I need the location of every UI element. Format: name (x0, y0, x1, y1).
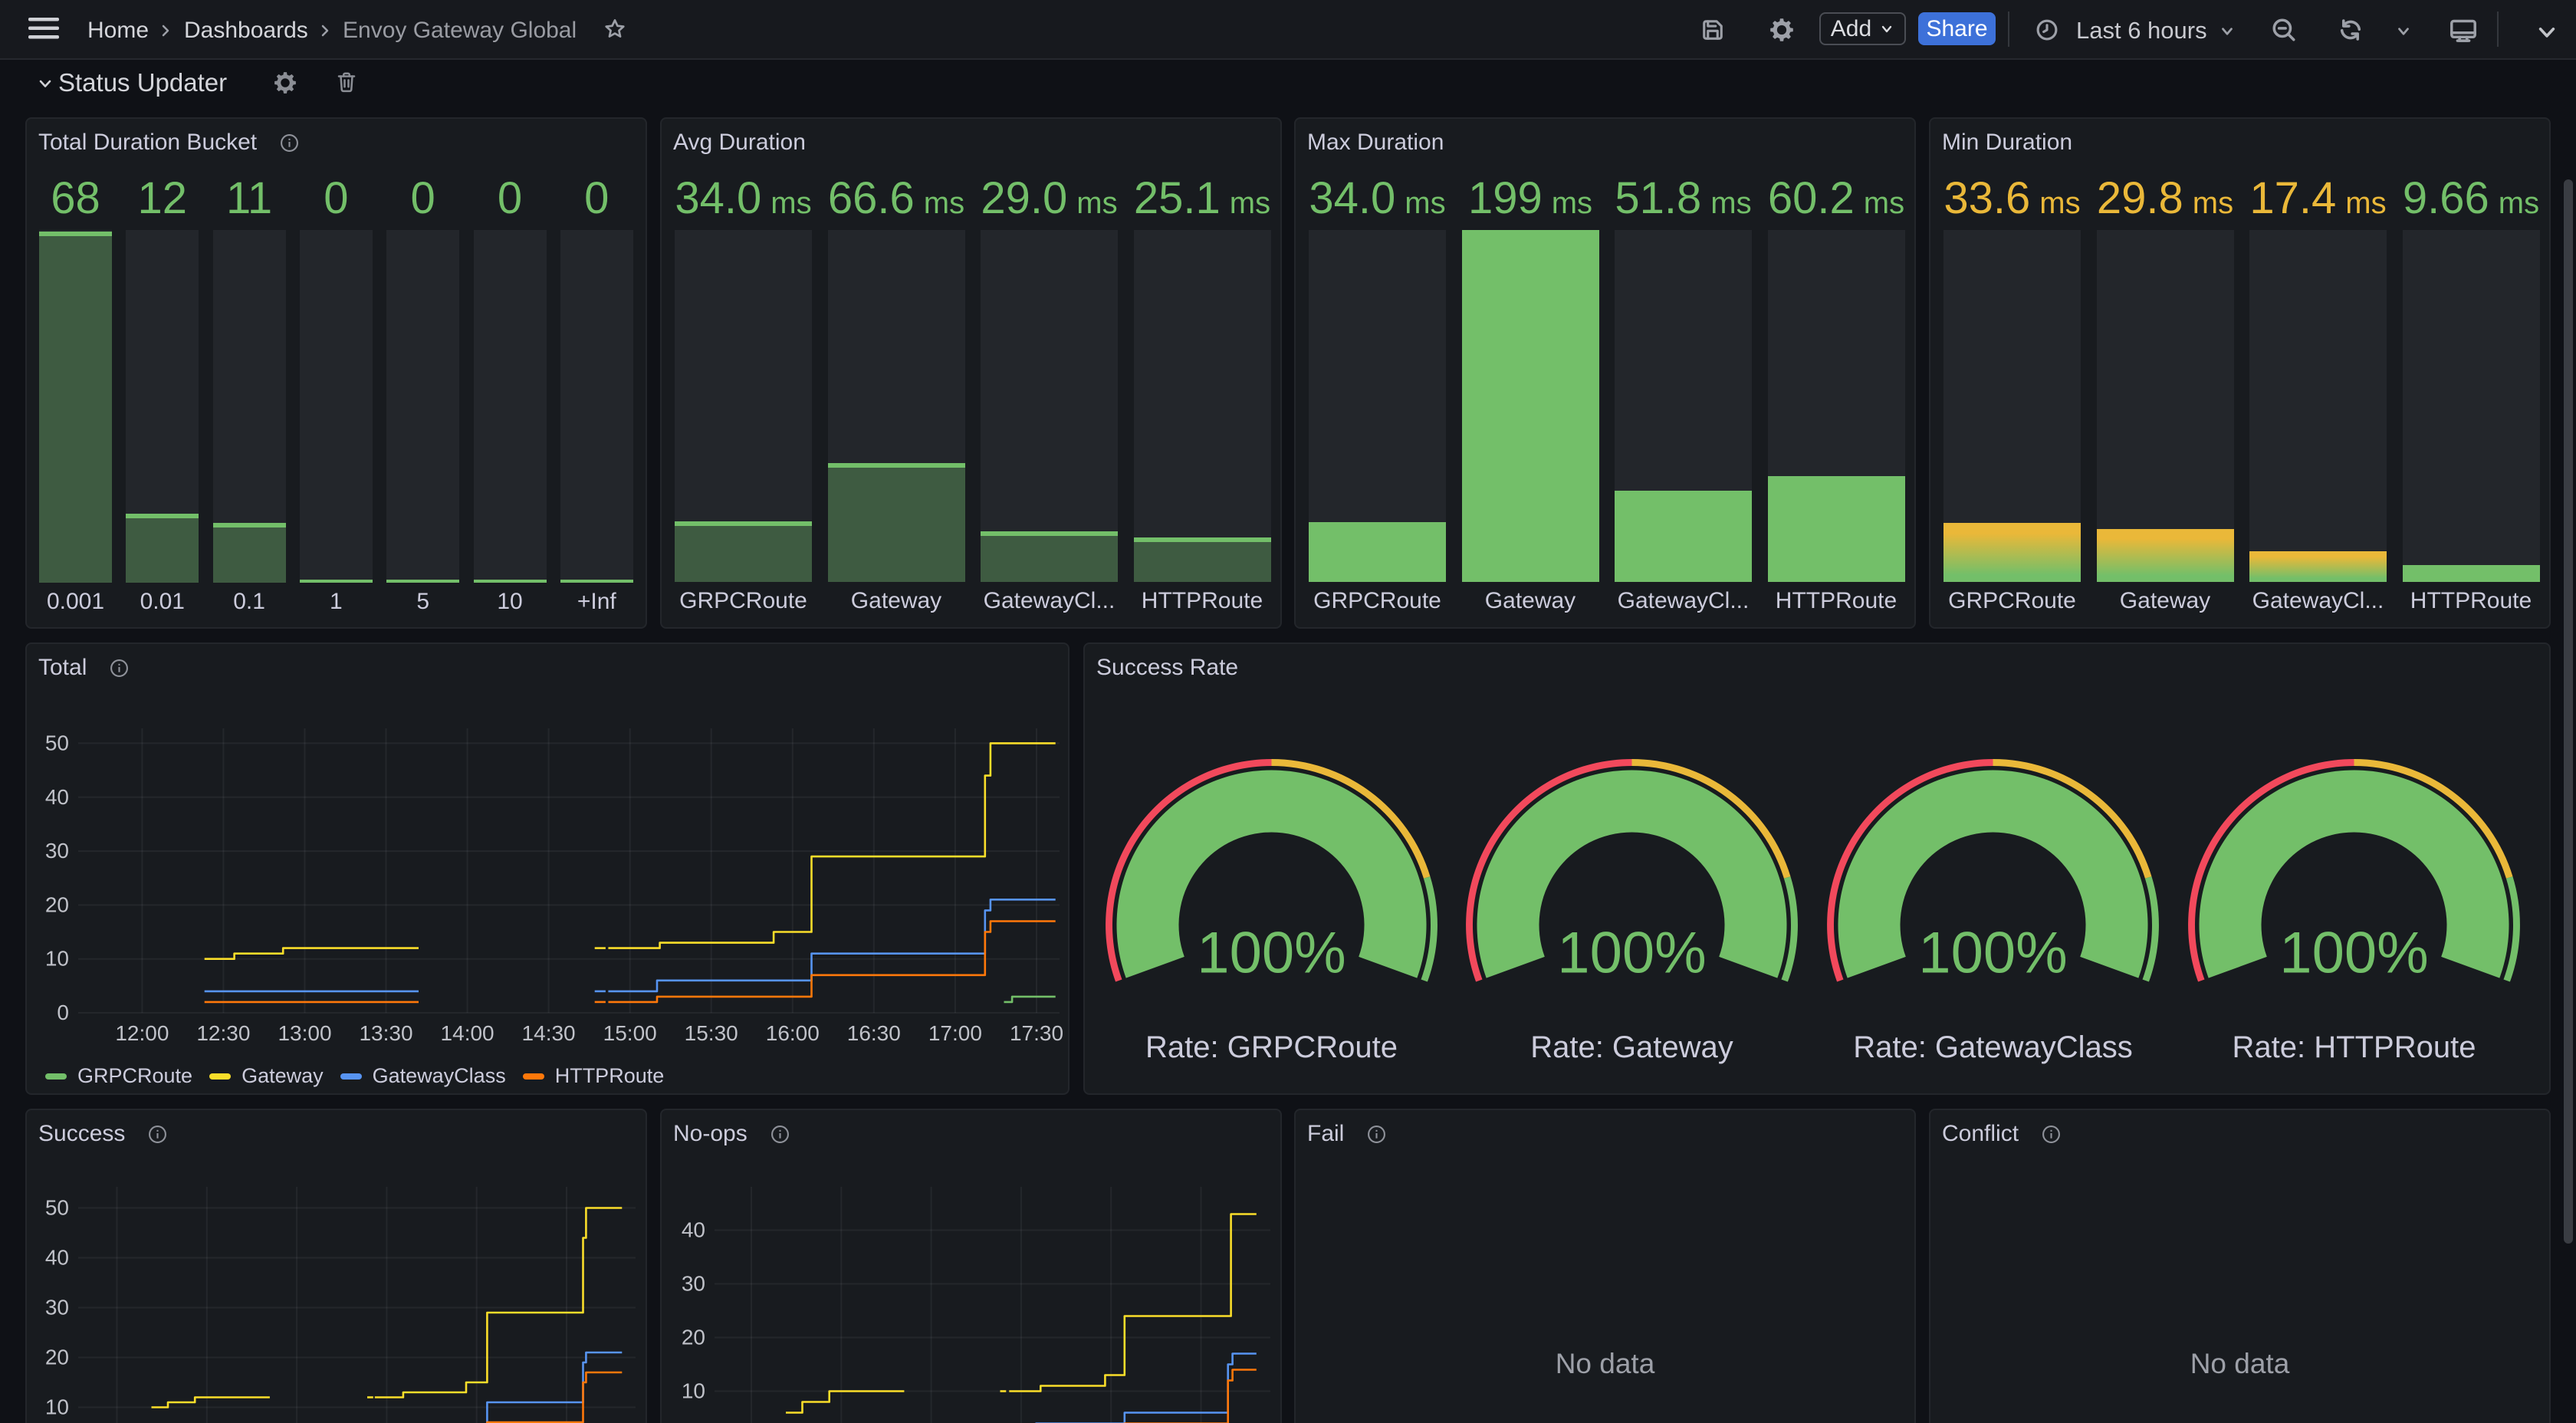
svg-text:100%: 100% (1557, 921, 1706, 986)
svg-text:12:00: 12:00 (115, 1021, 169, 1045)
svg-text:20: 20 (45, 1346, 69, 1369)
svg-text:20: 20 (682, 1326, 705, 1349)
svg-text:14:30: 14:30 (522, 1021, 576, 1045)
svg-text:15:30: 15:30 (685, 1021, 738, 1045)
svg-text:100%: 100% (1918, 921, 2067, 986)
svg-text:40: 40 (45, 1246, 69, 1270)
svg-text:30: 30 (45, 1296, 69, 1319)
svg-text:10: 10 (682, 1379, 705, 1403)
svg-text:17:30: 17:30 (1010, 1021, 1063, 1045)
svg-text:40: 40 (45, 785, 69, 809)
svg-text:14:00: 14:00 (441, 1021, 495, 1045)
svg-text:16:30: 16:30 (847, 1021, 901, 1045)
svg-text:100%: 100% (1197, 921, 1346, 986)
svg-text:17:00: 17:00 (928, 1021, 982, 1045)
svg-text:12:30: 12:30 (196, 1021, 250, 1045)
svg-text:13:30: 13:30 (359, 1021, 412, 1045)
svg-text:50: 50 (45, 1196, 69, 1220)
svg-text:10: 10 (45, 947, 69, 971)
svg-text:16:00: 16:00 (766, 1021, 820, 1045)
svg-text:15:00: 15:00 (603, 1021, 657, 1045)
svg-text:50: 50 (45, 731, 69, 754)
svg-text:13:00: 13:00 (278, 1021, 331, 1045)
svg-text:30: 30 (682, 1272, 705, 1296)
svg-text:30: 30 (45, 839, 69, 863)
svg-text:40: 40 (682, 1218, 705, 1242)
svg-text:10: 10 (45, 1395, 69, 1419)
svg-text:0: 0 (57, 1001, 69, 1024)
svg-text:20: 20 (45, 892, 69, 916)
svg-text:100%: 100% (2279, 921, 2428, 986)
